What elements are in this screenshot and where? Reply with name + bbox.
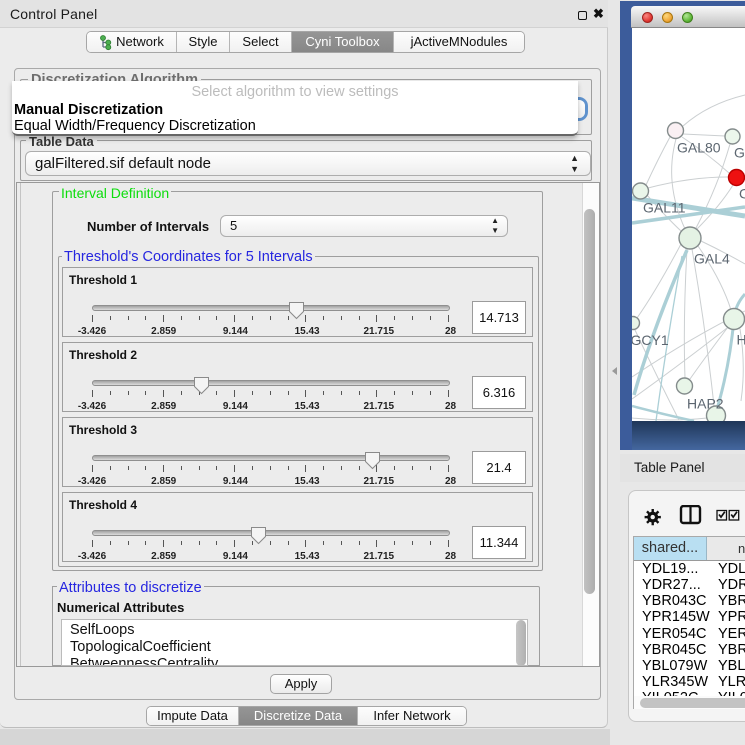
svg-text:C: C (739, 186, 745, 202)
svg-text:GCY1: GCY1 (632, 332, 669, 348)
svg-text:GAL4: GAL4 (694, 251, 730, 267)
svg-text:HAP2: HAP2 (687, 396, 724, 412)
svg-text:GAL80: GAL80 (677, 140, 721, 156)
svg-text:GA: GA (734, 145, 745, 161)
svg-text:H: H (737, 332, 745, 348)
svg-text:GAL11: GAL11 (643, 200, 686, 216)
